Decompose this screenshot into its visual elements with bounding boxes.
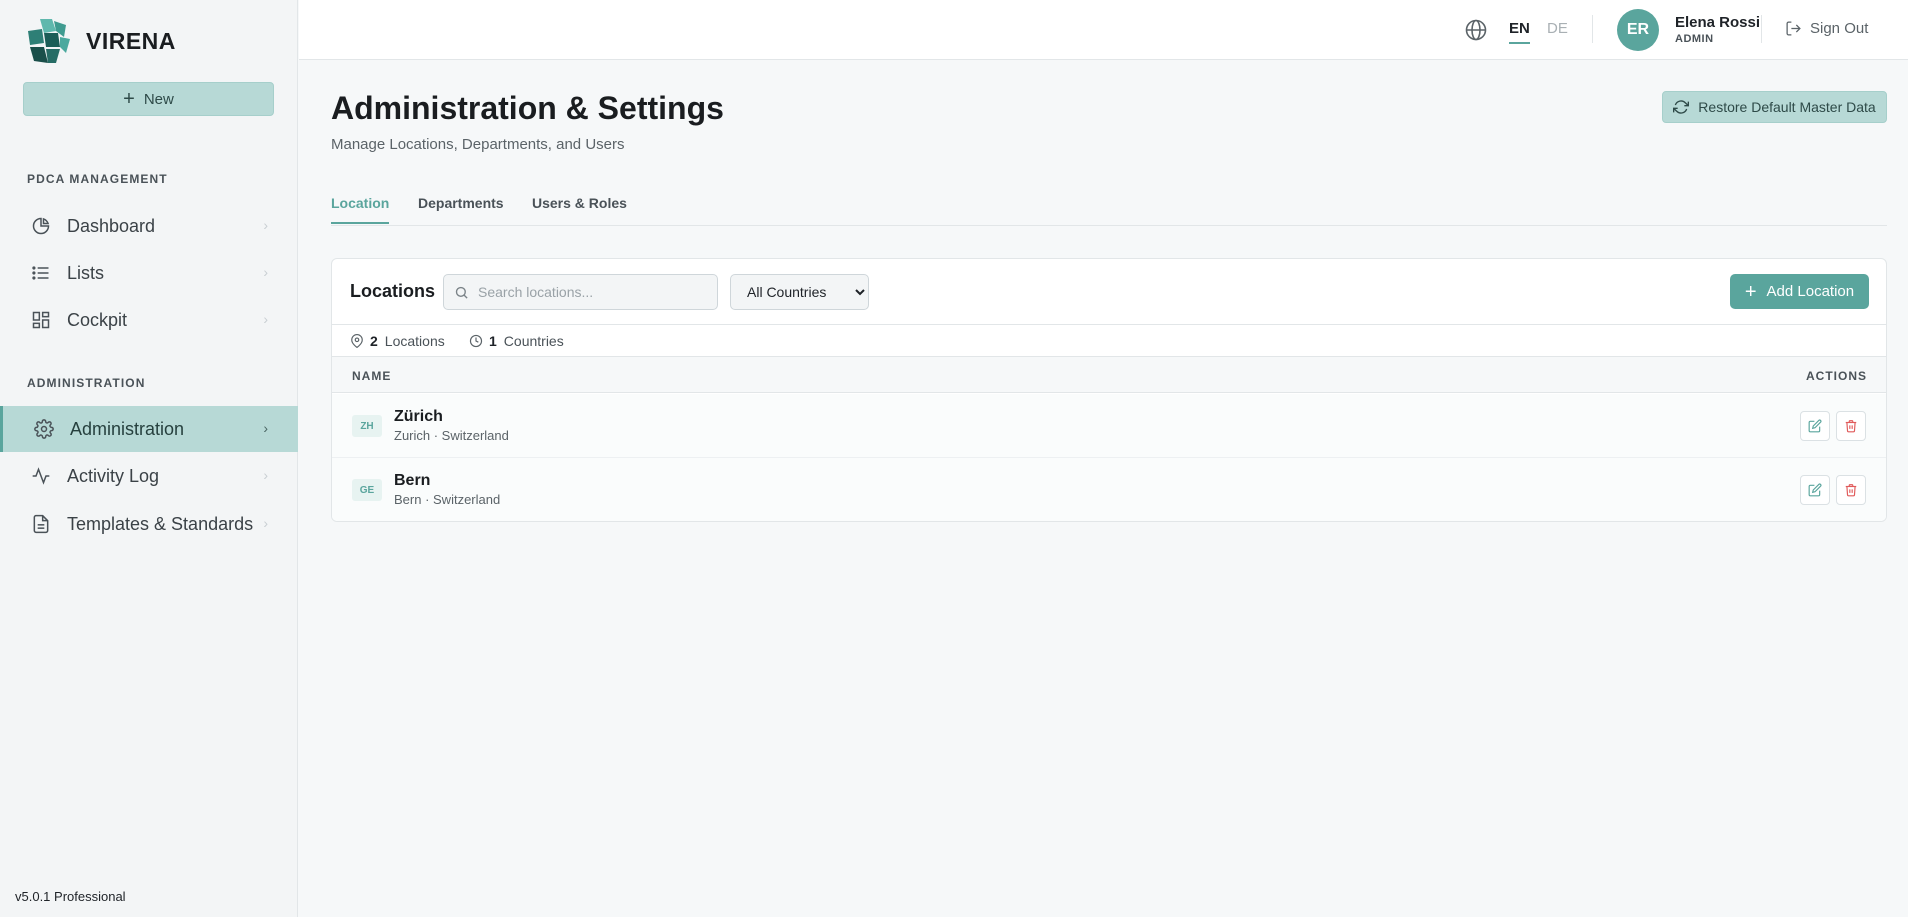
- chevron-right-icon: ›: [263, 515, 268, 531]
- country-filter-select[interactable]: All Countries: [730, 274, 869, 310]
- sidebar: VIRENA + New PDCA MANAGEMENT Dashboard ›…: [0, 0, 298, 917]
- list-icon: [30, 262, 52, 284]
- sidebar-item-label: Templates & Standards: [67, 513, 254, 534]
- sidebar-item-dashboard[interactable]: Dashboard ›: [0, 203, 298, 249]
- sidebar-item-label: Activity Log: [67, 465, 160, 486]
- tab-location[interactable]: Location: [331, 195, 390, 224]
- location-name: Zürich: [394, 408, 443, 425]
- globe-small-icon: [469, 334, 483, 348]
- edit-icon: [1808, 483, 1822, 497]
- grid-icon: [30, 309, 52, 331]
- refresh-icon: [1673, 100, 1690, 114]
- edit-button[interactable]: [1800, 411, 1830, 441]
- page-title: Administration & Settings: [331, 90, 724, 126]
- avatar[interactable]: ER: [1617, 9, 1659, 51]
- sidebar-item-label: Dashboard: [67, 215, 156, 236]
- sidebar-item-cockpit[interactable]: Cockpit ›: [0, 297, 298, 343]
- search-icon: [455, 286, 468, 299]
- chevron-right-icon: ›: [263, 467, 268, 483]
- delete-button[interactable]: [1836, 475, 1866, 505]
- pie-chart-icon: [30, 215, 52, 237]
- language-de[interactable]: DE: [1547, 20, 1568, 37]
- locations-title: Locations: [350, 281, 436, 301]
- table-row[interactable]: ZH Zürich Zurich · Switzerland: [332, 394, 1886, 458]
- chevron-right-icon: ›: [263, 264, 268, 280]
- brand[interactable]: VIRENA: [26, 17, 176, 65]
- sidebar-item-label: Lists: [67, 262, 105, 283]
- brand-name: VIRENA: [86, 27, 176, 54]
- restore-default-label: Restore Default Master Data: [1698, 99, 1876, 115]
- stats-bar: 2 Locations 1 Countries: [332, 324, 1886, 357]
- plus-icon: +: [123, 88, 135, 110]
- sidebar-item-administration[interactable]: Administration ›: [0, 406, 298, 452]
- section-label-administration: ADMINISTRATION: [27, 376, 146, 390]
- new-button-label: New: [143, 90, 174, 108]
- plus-icon: +: [1744, 280, 1757, 303]
- tabs: Location Departments Users & Roles: [331, 193, 1887, 226]
- virena-logo-icon: [28, 19, 70, 63]
- version-label: v5.0.1 Professional: [15, 889, 126, 904]
- locations-card: Locations All Countries + Add Location 2…: [331, 258, 1887, 522]
- language-en[interactable]: EN: [1509, 20, 1530, 44]
- restore-default-button[interactable]: Restore Default Master Data: [1662, 91, 1887, 123]
- new-button[interactable]: + New: [23, 82, 274, 116]
- page-subtitle: Manage Locations, Departments, and Users: [331, 136, 625, 153]
- location-subtitle: Zurich · Switzerland: [394, 428, 509, 443]
- sign-out-button[interactable]: Sign Out: [1785, 20, 1868, 37]
- add-location-label: Add Location: [1766, 283, 1855, 300]
- stat-countries: 1 Countries: [469, 333, 564, 349]
- table-header: NAME ACTIONS: [332, 357, 1886, 393]
- location-code-badge: ZH: [352, 415, 382, 437]
- locations-count-label: Locations: [384, 333, 445, 349]
- chevron-right-icon: ›: [263, 217, 268, 233]
- topbar: EN DE ER Elena Rossi ADMIN Sign Out: [299, 0, 1908, 60]
- edit-button[interactable]: [1800, 475, 1830, 505]
- map-pin-icon: [351, 334, 363, 348]
- stat-locations: 2 Locations: [350, 333, 445, 349]
- search-box[interactable]: [443, 274, 718, 310]
- location-subtitle: Bern · Switzerland: [394, 492, 501, 507]
- countries-count: 1: [489, 333, 497, 349]
- section-label-pdca: PDCA MANAGEMENT: [27, 172, 168, 186]
- add-location-button[interactable]: + Add Location: [1730, 274, 1869, 309]
- table-row[interactable]: GE Bern Bern · Switzerland: [332, 458, 1886, 521]
- locations-count: 2: [370, 333, 378, 349]
- chevron-right-icon: ›: [263, 311, 268, 327]
- delete-button[interactable]: [1836, 411, 1866, 441]
- divider: [1761, 15, 1762, 43]
- sign-out-label: Sign Out: [1810, 20, 1869, 37]
- sidebar-item-activity-log[interactable]: Activity Log ›: [0, 453, 298, 499]
- tab-departments[interactable]: Departments: [418, 195, 504, 222]
- activity-icon: [30, 465, 52, 487]
- sidebar-item-label: Cockpit: [67, 309, 128, 330]
- search-input[interactable]: [478, 284, 698, 300]
- trash-icon: [1845, 484, 1857, 497]
- globe-icon: [1465, 19, 1487, 41]
- chevron-right-icon: ›: [263, 420, 268, 436]
- tab-users-roles[interactable]: Users & Roles: [532, 195, 627, 222]
- user-name: Elena Rossi: [1675, 14, 1761, 31]
- trash-icon: [1845, 420, 1857, 433]
- logout-icon: [1786, 21, 1801, 36]
- gear-icon: [33, 418, 55, 440]
- document-icon: [30, 513, 52, 535]
- edit-icon: [1808, 419, 1822, 433]
- sidebar-item-lists[interactable]: Lists ›: [0, 250, 298, 296]
- countries-count-label: Countries: [503, 333, 564, 349]
- location-name: Bern: [394, 472, 431, 489]
- divider: [1592, 15, 1593, 43]
- location-code-badge: GE: [352, 479, 382, 501]
- sidebar-item-templates[interactable]: Templates & Standards ›: [0, 501, 298, 547]
- column-header-actions: ACTIONS: [1806, 369, 1867, 383]
- sidebar-item-label: Administration: [70, 418, 185, 439]
- user-role: ADMIN: [1675, 33, 1714, 45]
- column-header-name: NAME: [352, 369, 392, 383]
